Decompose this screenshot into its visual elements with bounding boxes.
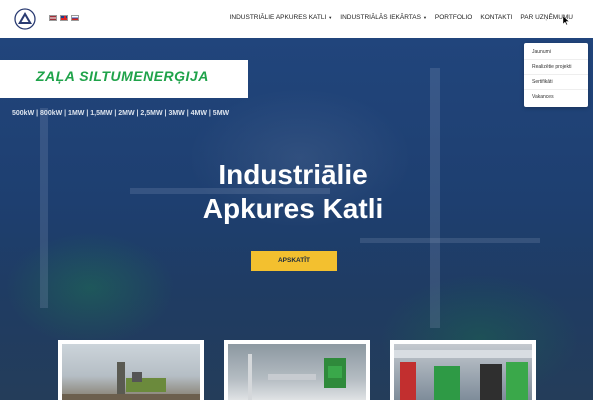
- nav-contacts[interactable]: KONTAKTI: [480, 14, 512, 21]
- caret-down-icon: ▼: [422, 15, 427, 20]
- boiler-photo: [62, 362, 200, 400]
- hero-heading-line: Industriālie: [218, 159, 368, 190]
- nav-label: KONTAKTI: [480, 14, 513, 21]
- product-card[interactable]: [224, 340, 370, 400]
- dropdown-item-projects[interactable]: Realizētie projekti: [524, 60, 588, 75]
- mouse-pointer-icon: [563, 16, 569, 25]
- company-logo[interactable]: [13, 8, 37, 30]
- caret-down-icon: ▼: [328, 15, 333, 20]
- dropdown-item-news[interactable]: Jaunumi: [524, 45, 588, 60]
- product-image: [62, 344, 200, 400]
- main-menu: INDUSTRIĀLIE APKURES KATLI ▼ INDUSTRIĀLĀ…: [230, 14, 573, 21]
- dropdown-item-certificates[interactable]: Sertifikāti: [524, 75, 588, 90]
- product-card[interactable]: [390, 340, 536, 400]
- product-image: [228, 344, 366, 400]
- top-navbar: INDUSTRIĀLIE APKURES KATLI ▼ INDUSTRIĀLĀ…: [0, 0, 593, 38]
- view-button[interactable]: APSKATĪT: [251, 251, 337, 271]
- power-range: 500kW | 800kW | 1MW | 1,5MW | 2MW | 2,5M…: [12, 110, 230, 117]
- latvian-flag-icon[interactable]: [49, 15, 57, 21]
- nav-industrial-equipment[interactable]: INDUSTRIĀLĀS IEKĀRTAS ▼: [340, 14, 427, 21]
- nav-portfolio[interactable]: PORTFOLIO: [435, 14, 472, 21]
- dropdown-item-vacancies[interactable]: Vakances: [524, 90, 588, 105]
- brand-slogan: ZAĻA SILTUMENERĢIJA: [36, 68, 209, 84]
- nav-industrial-boilers[interactable]: INDUSTRIĀLIE APKURES KATLI ▼: [230, 14, 333, 21]
- pipe-shape: [360, 238, 540, 243]
- hero-heading: Industriālie Apkures Katli: [0, 158, 586, 226]
- nav-label: PORTFOLIO: [434, 14, 473, 21]
- nav-label: INDUSTRIĀLĀS IEKĀRTAS: [340, 14, 421, 21]
- product-image: [394, 344, 532, 400]
- english-flag-icon[interactable]: [60, 15, 68, 21]
- nav-label: INDUSTRIĀLIE APKURES KATLI: [229, 14, 327, 21]
- exhibition-photo: [394, 350, 532, 400]
- boiler-photo: [248, 354, 346, 400]
- russian-flag-icon[interactable]: [71, 15, 79, 21]
- about-dropdown-menu: Jaunumi Realizētie projekti Sertifikāti …: [524, 43, 588, 107]
- language-switcher: [49, 15, 79, 21]
- hero-heading-line: Apkures Katli: [202, 193, 384, 224]
- product-card[interactable]: [58, 340, 204, 400]
